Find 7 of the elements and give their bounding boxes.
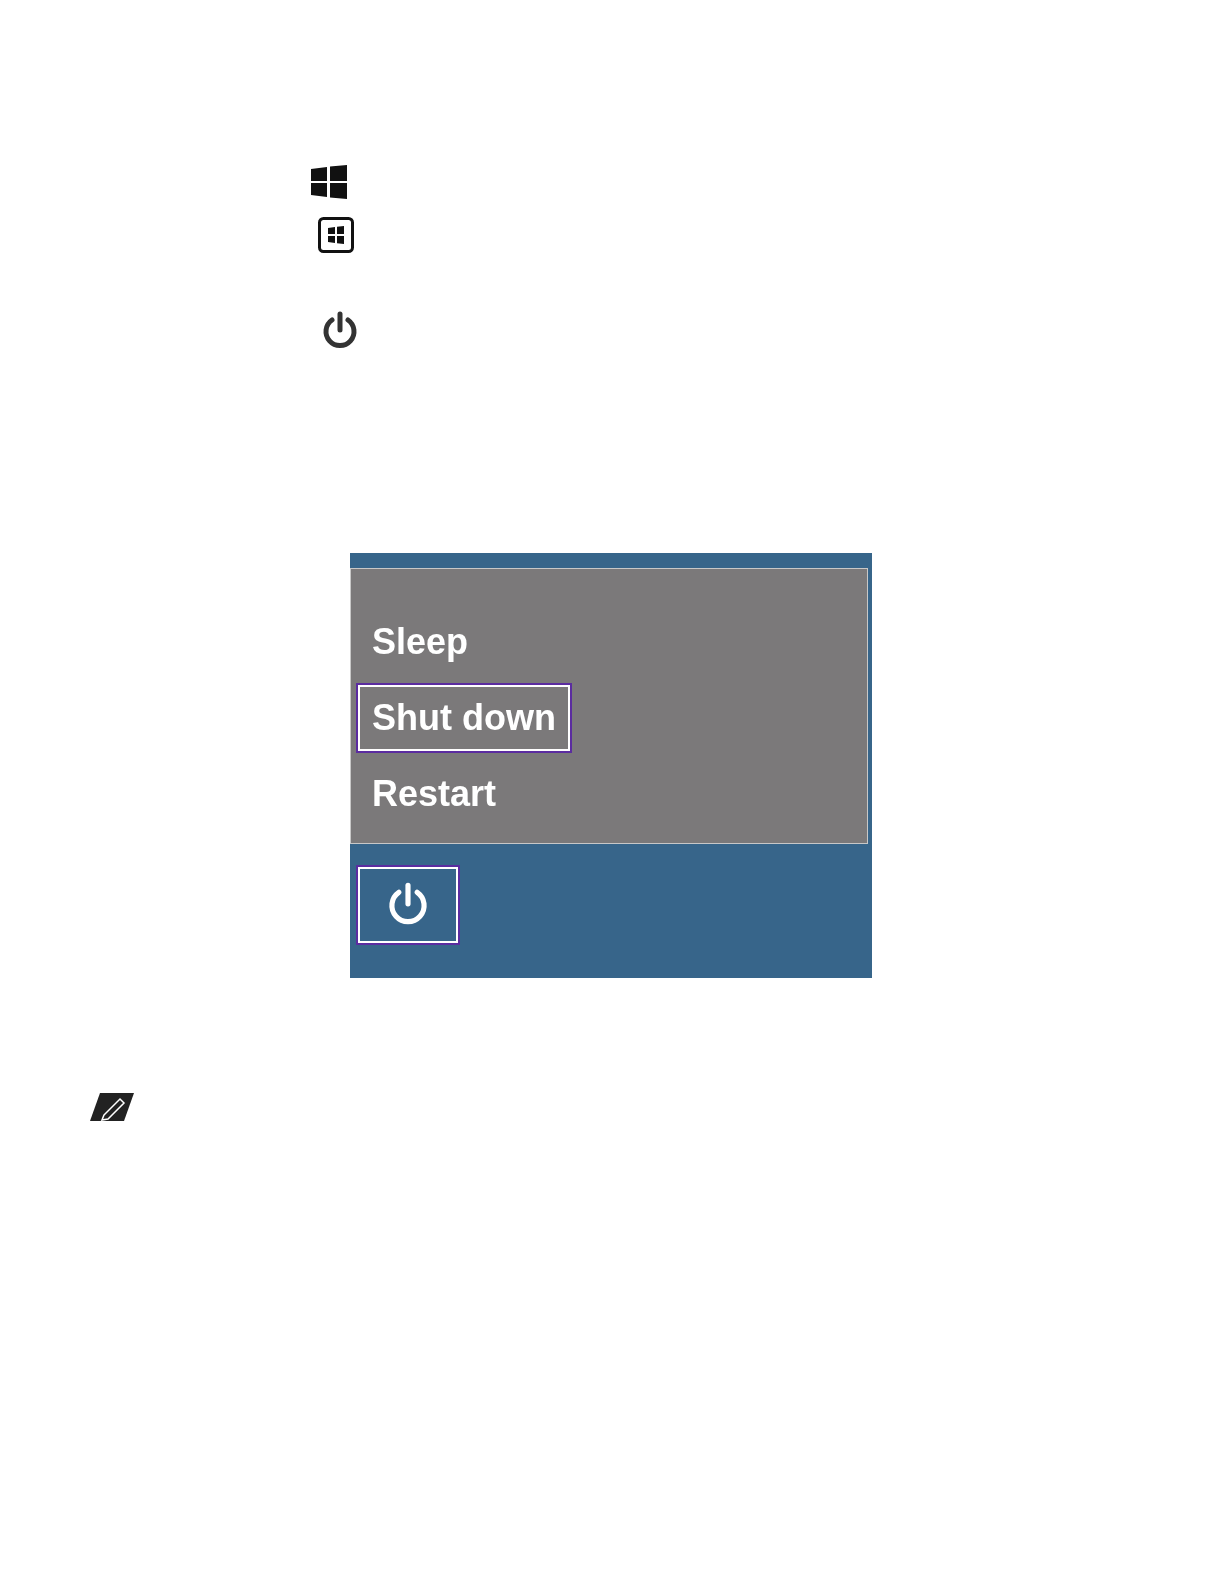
power-button[interactable] bbox=[358, 867, 458, 943]
menu-item[interactable]: Restart bbox=[358, 761, 511, 827]
menu-item[interactable]: Sleep bbox=[358, 609, 483, 675]
windows-logo-icon bbox=[311, 165, 347, 199]
note-pencil-icon bbox=[90, 1093, 134, 1121]
menu-item[interactable]: Shut down bbox=[358, 685, 570, 751]
windows-key-icon bbox=[318, 217, 354, 253]
